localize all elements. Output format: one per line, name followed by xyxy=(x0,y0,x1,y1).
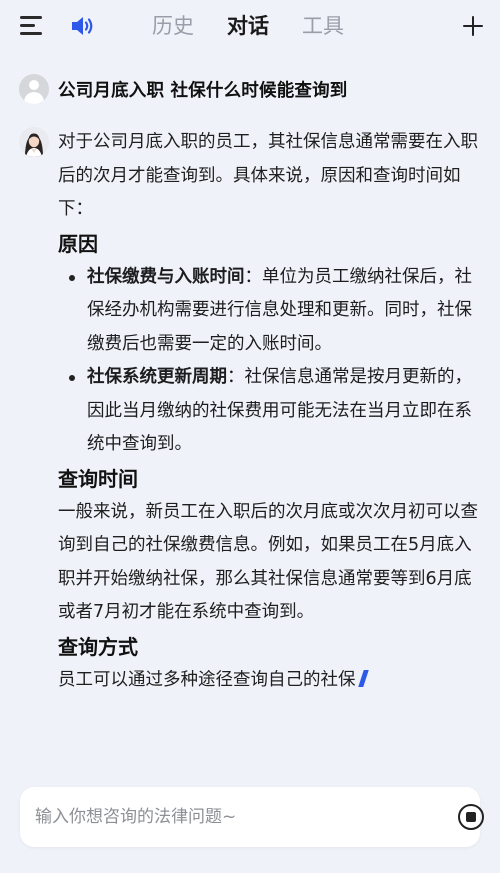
top-bar: 历史 对话 工具 xyxy=(0,0,500,52)
speaker-icon[interactable] xyxy=(70,14,96,38)
query-time-text: 一般来说，新员工在入职后的次月底或次次月初可以查询到自己的社保缴费信息。例如，如… xyxy=(58,501,478,623)
section-heading-query-time: 查询时间 xyxy=(58,466,138,491)
query-method-paragraph: 员工可以通过多种途径查询自己的社保 xyxy=(58,664,483,698)
tab-history[interactable]: 历史 xyxy=(152,8,227,44)
stop-generation-icon[interactable] xyxy=(458,804,484,830)
query-method-text: 员工可以通过多种途径查询自己的社保 xyxy=(58,669,356,690)
user-message: 公司月底入职 社保什么时候能查询到 xyxy=(19,74,348,104)
tab-bar: 历史 对话 工具 xyxy=(152,8,377,44)
section-heading-query-method: 查询方式 xyxy=(58,634,138,659)
section-heading-reasons: 原因 xyxy=(58,231,98,256)
plus-icon[interactable] xyxy=(463,16,483,36)
tab-tools[interactable]: 工具 xyxy=(302,8,377,44)
assistant-avatar-icon xyxy=(19,127,49,157)
bullet-title: 社保缴费与入账时间 xyxy=(87,266,245,287)
tab-chat[interactable]: 对话 xyxy=(227,8,302,44)
chat-input-box xyxy=(20,787,484,847)
assistant-answer: 对于公司月底入职的员工，其社保信息通常需要在入职后的次月才能查询到。具体来说，原… xyxy=(58,126,483,697)
reasons-list: 社保缴费与入账时间：单位为员工缴纳社保后，社保经办机构需要进行信息处理和更新。同… xyxy=(58,261,483,462)
user-question: 公司月底入职 社保什么时候能查询到 xyxy=(58,80,348,101)
user-avatar-icon xyxy=(19,74,49,104)
list-item: 社保缴费与入账时间：单位为员工缴纳社保后，社保经办机构需要进行信息处理和更新。同… xyxy=(58,261,483,362)
list-item: 社保系统更新周期：社保信息通常是按月更新的，因此当月缴纳的社保费用可能无法在当月… xyxy=(58,361,483,462)
typing-cursor-icon xyxy=(357,669,369,687)
answer-intro: 对于公司月底入职的员工，其社保信息通常需要在入职后的次月才能查询到。具体来说，原… xyxy=(58,132,478,219)
question-input[interactable] xyxy=(35,797,425,837)
bullet-title: 社保系统更新周期 xyxy=(87,367,227,387)
menu-icon[interactable] xyxy=(20,14,44,36)
